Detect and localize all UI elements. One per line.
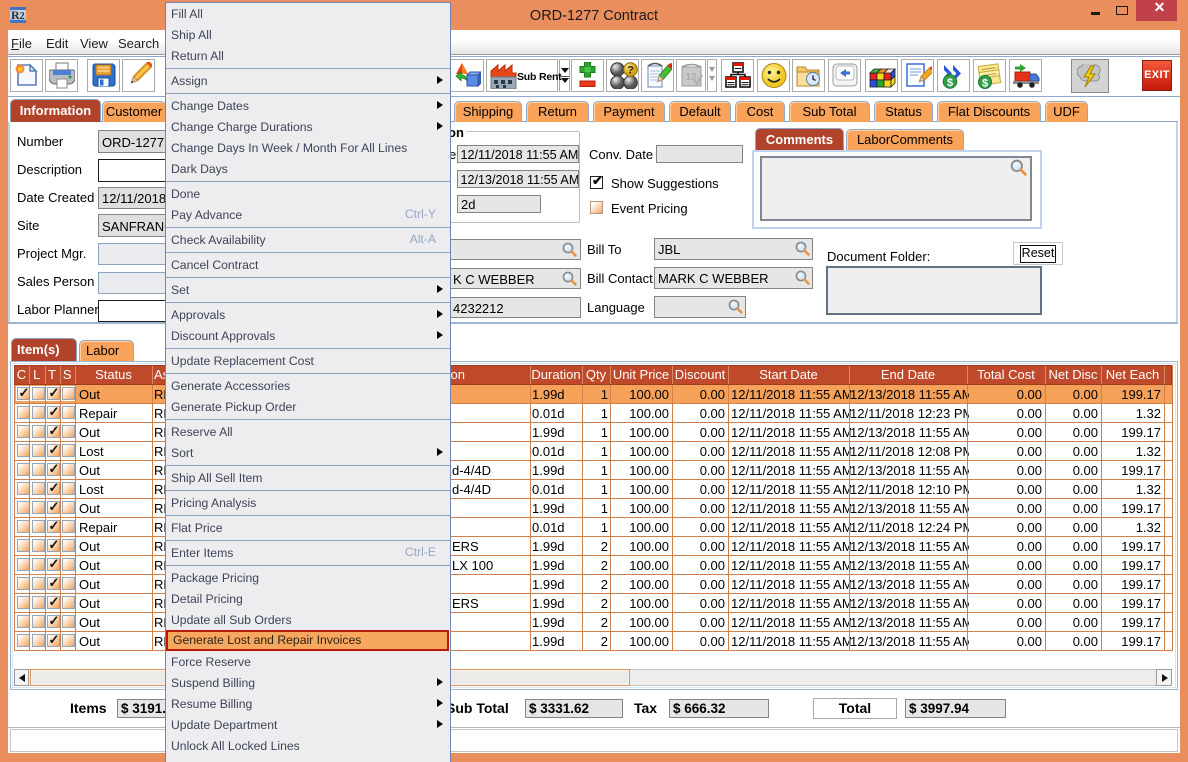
svg-text:?: ?: [627, 65, 634, 77]
svg-text:$: $: [947, 77, 953, 89]
svg-text:$: $: [982, 77, 988, 89]
